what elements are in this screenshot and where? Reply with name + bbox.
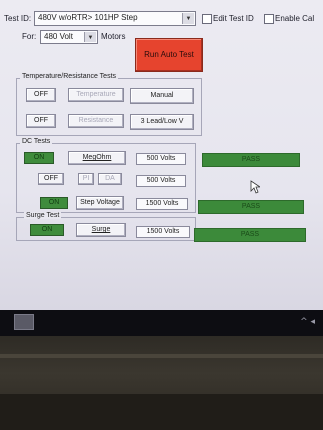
- monitor-bezel: [0, 336, 323, 430]
- enable-cal-label: Enable Cal: [275, 14, 315, 23]
- pi-voltage-field[interactable]: 500 Volts: [136, 175, 186, 187]
- voltage-value: 480 Volt: [44, 32, 73, 41]
- system-tray[interactable]: ^ ◂: [300, 317, 315, 327]
- chevron-down-icon[interactable]: ▼: [182, 13, 194, 24]
- temperature-button[interactable]: Temperature: [68, 88, 124, 102]
- test-id-value: 480V w/oRTR> 101HP Step: [38, 13, 138, 22]
- dc-tests-title: DC Tests: [20, 138, 53, 145]
- temperature-manual-button[interactable]: Manual: [130, 88, 194, 104]
- motors-label: Motors: [101, 32, 126, 41]
- surge-button[interactable]: Surge: [76, 223, 126, 237]
- megohm-on-toggle[interactable]: ON: [24, 152, 54, 164]
- surge-on-toggle[interactable]: ON: [30, 224, 64, 236]
- resistance-off-toggle[interactable]: OFF: [26, 114, 56, 128]
- da-button[interactable]: DA: [98, 173, 122, 185]
- temperature-resistance-title: Temperature/Resistance Tests: [20, 73, 119, 80]
- step-voltage-result: PASS: [198, 200, 304, 214]
- mouse-cursor-icon: [250, 180, 260, 194]
- step-voltage-button[interactable]: Step Voltage: [76, 196, 124, 210]
- megohm-button[interactable]: MegOhm: [68, 151, 126, 165]
- resistance-button[interactable]: Resistance: [68, 114, 124, 128]
- chevron-down-icon[interactable]: ▼: [84, 32, 96, 42]
- temperature-off-toggle[interactable]: OFF: [26, 88, 56, 102]
- taskbar: ^ ◂: [0, 310, 323, 336]
- start-button[interactable]: [14, 314, 34, 330]
- enable-cal-checkbox[interactable]: [264, 14, 274, 24]
- megohm-result: PASS: [202, 153, 300, 167]
- surge-result: PASS: [194, 228, 306, 242]
- edit-test-id-label: Edit Test ID: [213, 14, 254, 23]
- pi-button[interactable]: PI: [78, 173, 94, 185]
- pi-off-toggle[interactable]: OFF: [38, 173, 64, 185]
- run-auto-test-button[interactable]: Run Auto Test: [135, 38, 203, 72]
- for-label: For:: [22, 32, 37, 41]
- step-voltage-field[interactable]: 1500 Volts: [136, 198, 188, 210]
- resistance-mode-button[interactable]: 3 Lead/Low V: [130, 114, 194, 130]
- surge-voltage-field[interactable]: 1500 Volts: [136, 226, 190, 238]
- bezel-highlight: [0, 354, 323, 358]
- desk-shadow: [0, 394, 323, 430]
- test-id-select[interactable]: 480V w/oRTR> 101HP Step ▼: [34, 11, 196, 26]
- test-id-label: Test ID:: [4, 14, 32, 23]
- surge-test-title: Surge Test: [24, 212, 62, 219]
- megohm-voltage-field[interactable]: 500 Volts: [136, 153, 186, 165]
- application-window: Test ID: 480V w/oRTR> 101HP Step ▼ Edit …: [0, 0, 323, 318]
- edit-test-id-checkbox[interactable]: [202, 14, 212, 24]
- voltage-select[interactable]: 480 Volt ▼: [40, 30, 98, 44]
- step-voltage-on-toggle[interactable]: ON: [40, 197, 68, 209]
